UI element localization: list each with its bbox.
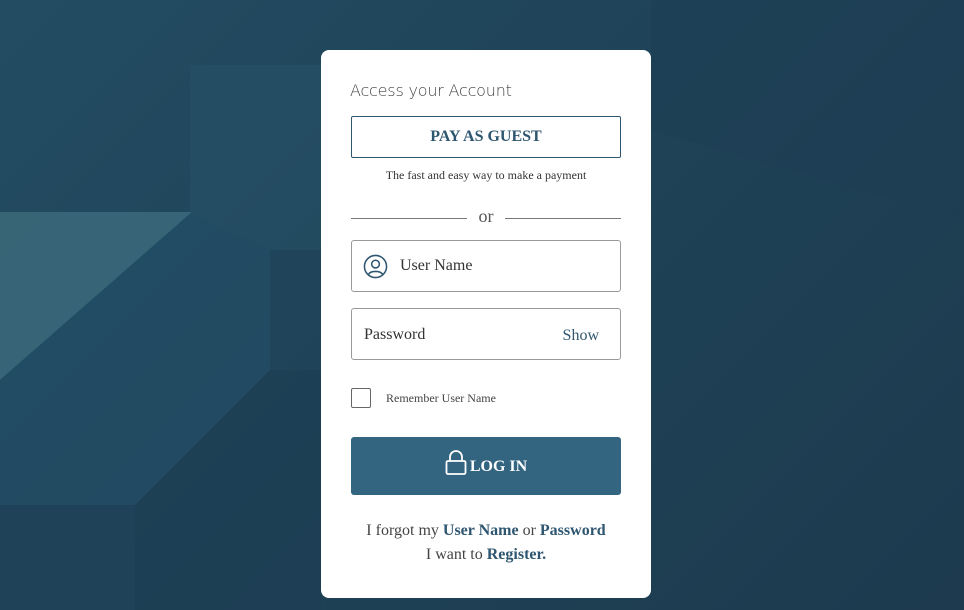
forgot-credentials-line: I forgot my User Name or Password bbox=[321, 522, 651, 540]
remember-username-row: Remember User Name bbox=[351, 388, 496, 408]
username-field[interactable]: User Name bbox=[351, 240, 621, 292]
remember-username-checkbox[interactable] bbox=[351, 388, 371, 408]
login-card: Access your Account PAY AS GUEST The fas… bbox=[321, 50, 651, 598]
password-placeholder: Password bbox=[364, 326, 426, 343]
guest-subtext: The fast and easy way to make a payment bbox=[385, 168, 587, 182]
or-divider: or bbox=[351, 204, 621, 228]
user-circle-icon bbox=[363, 254, 388, 279]
show-password-button[interactable]: Show bbox=[563, 327, 599, 345]
forgot-password-link[interactable]: Password bbox=[540, 522, 606, 539]
divider-line-right bbox=[505, 218, 621, 219]
remember-username-label[interactable]: Remember User Name bbox=[386, 391, 496, 406]
divider-or-text: or bbox=[478, 206, 494, 226]
login-button[interactable]: LOG IN bbox=[351, 437, 621, 495]
forgot-prefix: I forgot my bbox=[366, 522, 439, 539]
login-button-label: LOG IN bbox=[469, 458, 528, 475]
lock-icon bbox=[445, 450, 467, 475]
forgot-username-link[interactable]: User Name bbox=[443, 522, 519, 539]
pay-as-guest-button[interactable]: PAY AS GUEST bbox=[351, 116, 621, 158]
password-field[interactable]: Password Show bbox=[351, 308, 621, 360]
forgot-or-text: or bbox=[522, 522, 536, 539]
username-placeholder: User Name bbox=[400, 257, 473, 274]
card-heading: Access your Account bbox=[350, 81, 512, 100]
register-prefix: I want to bbox=[425, 546, 483, 563]
register-link[interactable]: Register. bbox=[487, 546, 546, 563]
register-line: I want to Register. bbox=[321, 546, 651, 564]
